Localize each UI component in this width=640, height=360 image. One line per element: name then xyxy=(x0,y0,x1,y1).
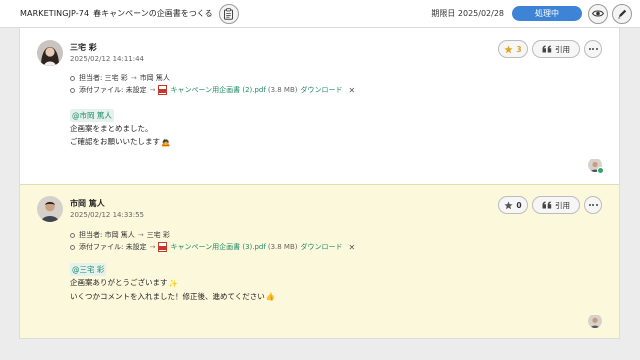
quote-label: 引用 xyxy=(555,200,570,210)
quote-button[interactable]: 引用 xyxy=(532,40,580,58)
more-button[interactable] xyxy=(584,40,602,58)
attachment-label: 添付ファイル: 未設定 xyxy=(79,243,147,251)
comment-author[interactable]: 三宅 彩 xyxy=(70,42,97,53)
edit-button[interactable] xyxy=(612,3,632,24)
quote-icon xyxy=(542,201,552,209)
assignee-target: 三宅 彩 xyxy=(146,231,170,239)
assignee-change: 担当者: 市岡 篤人 → 三宅 彩 xyxy=(70,229,355,241)
quote-button[interactable]: 引用 xyxy=(532,196,580,214)
close-icon[interactable]: ✕ xyxy=(349,243,356,252)
pdf-icon xyxy=(158,242,168,252)
clipboard-button[interactable] xyxy=(218,3,239,24)
arrow-icon: → xyxy=(137,231,144,239)
bullet-icon xyxy=(70,232,75,238)
download-link[interactable]: ダウンロード xyxy=(301,242,343,252)
comment-changes: 担当者: 三宅 彩 → 市岡 篤人 添付ファイル: 未設定 → キャンペーン用企… xyxy=(70,72,355,96)
attachment-link[interactable]: キャンペーン用企画書 (2).pdf xyxy=(170,85,265,95)
read-by-avatar[interactable] xyxy=(588,314,602,328)
comment-thread: 三宅 彩 2025/02/12 14:11:44 3 引用 担当者: 三宅 彩 … xyxy=(19,28,620,339)
comment-item: 三宅 彩 2025/02/12 14:11:44 3 引用 担当者: 三宅 彩 … xyxy=(20,28,619,184)
bullet-icon xyxy=(70,75,75,81)
task-header: MARKETINGJP-74 春キャンペーンの企画書をつくる 期限日 2025/… xyxy=(0,0,640,28)
attachment-change: 添付ファイル: 未設定 → キャンペーン用企画書 (3).pdf (3.8 MB… xyxy=(70,241,355,253)
more-button[interactable] xyxy=(584,196,602,214)
read-check-icon xyxy=(597,167,604,174)
attachment-change: 添付ファイル: 未設定 → キャンペーン用企画書 (2).pdf (3.8 MB… xyxy=(70,84,355,96)
eye-icon xyxy=(592,10,604,17)
bullet-icon xyxy=(70,244,75,250)
more-icon-dot xyxy=(595,204,598,206)
assignee-change: 担当者: 三宅 彩 → 市岡 篤人 xyxy=(70,72,355,84)
watch-button[interactable] xyxy=(588,3,608,24)
attachment-label: 添付ファイル: 未設定 xyxy=(79,86,147,94)
pdf-icon xyxy=(158,85,168,95)
file-size: (3.8 MB) xyxy=(267,243,298,251)
star-button[interactable]: 3 xyxy=(498,40,528,58)
assignee-label: 担当者: 三宅 彩 xyxy=(79,74,128,82)
comment-actions: 0 引用 xyxy=(498,196,602,214)
comment-line: ご確認をお願いいたします xyxy=(70,137,160,146)
task-id: MARKETINGJP-74 xyxy=(20,9,90,18)
arrow-icon: → xyxy=(130,74,137,82)
star-count: 0 xyxy=(516,200,522,210)
download-link[interactable]: ダウンロード xyxy=(301,85,343,95)
star-icon xyxy=(504,45,513,53)
comment-line: いくつかコメントを入れました！修正後、進めてください xyxy=(70,291,265,301)
comment-date: 2025/02/12 14:11:44 xyxy=(70,55,145,63)
avatar[interactable] xyxy=(37,40,63,66)
mention[interactable]: @三宅 彩 xyxy=(70,263,107,276)
comment-item: 市岡 篤人 2025/02/12 14:33:55 0 引用 担当者: 市岡 篤… xyxy=(20,184,619,338)
due-date: 期限日 2025/02/28 xyxy=(431,9,504,18)
quote-label: 引用 xyxy=(555,44,570,54)
file-size: (3.8 MB) xyxy=(267,86,298,94)
attachment-link[interactable]: キャンペーン用企画書 (3).pdf xyxy=(170,242,265,252)
more-icon-dot xyxy=(592,48,594,50)
pen-icon xyxy=(617,9,626,19)
star-icon xyxy=(504,201,513,209)
comment-body: @三宅 彩 企画案ありがとうございます✨ いくつかコメントを入れました！修正後、… xyxy=(70,263,275,303)
more-icon-dot xyxy=(595,48,598,50)
sparkles-emoji: ✨ xyxy=(168,278,178,288)
more-icon xyxy=(588,48,591,50)
quote-icon xyxy=(542,45,552,53)
assignee-label: 担当者: 市岡 篤人 xyxy=(79,231,135,239)
star-count: 3 xyxy=(516,44,522,54)
clipboard-icon xyxy=(224,7,234,20)
more-icon xyxy=(588,204,591,206)
avatar[interactable] xyxy=(37,196,63,222)
comment-date: 2025/02/12 14:33:55 xyxy=(70,211,145,219)
comment-line: 企画案をまとめました。 xyxy=(70,124,153,133)
task-title: 春キャンペーンの企画書をつくる xyxy=(93,9,213,18)
comment-line: 企画案ありがとうございます xyxy=(70,278,168,287)
thumbs-up-emoji: 👍 xyxy=(265,292,276,301)
bullet-icon xyxy=(70,87,75,93)
status-button[interactable]: 処理中 xyxy=(512,6,582,21)
comment-actions: 3 引用 xyxy=(498,40,602,58)
mention[interactable]: @市岡 篤人 xyxy=(70,109,114,122)
assignee-target: 市岡 篤人 xyxy=(139,74,170,82)
bowing-emoji: 🙇 xyxy=(161,137,171,147)
comment-changes: 担当者: 市岡 篤人 → 三宅 彩 添付ファイル: 未設定 → キャンペーン用企… xyxy=(70,229,355,253)
arrow-icon: → xyxy=(149,86,156,94)
comment-author[interactable]: 市岡 篤人 xyxy=(70,198,105,209)
comment-body: @市岡 篤人 企画案をまとめました。 ご確認をお願いいたします🙇 xyxy=(70,109,170,149)
more-icon-dot xyxy=(592,204,594,206)
close-icon[interactable]: ✕ xyxy=(349,86,356,95)
arrow-icon: → xyxy=(149,243,156,251)
star-button[interactable]: 0 xyxy=(498,196,528,214)
